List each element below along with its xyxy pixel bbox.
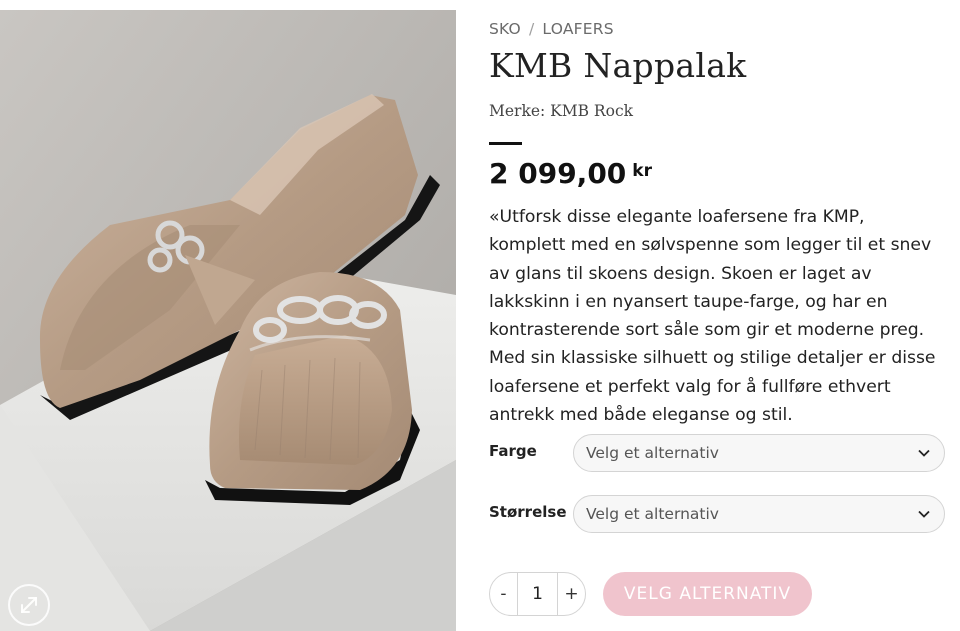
breadcrumb-item-sko[interactable]: SKO bbox=[489, 20, 521, 38]
product-title: KMB Nappalak bbox=[489, 46, 747, 85]
chevron-down-icon bbox=[918, 510, 930, 518]
color-label: Farge bbox=[489, 442, 537, 460]
chevron-down-icon bbox=[918, 449, 930, 457]
zoom-button[interactable] bbox=[8, 584, 50, 626]
product-image-gallery[interactable] bbox=[0, 10, 456, 631]
quantity-increase-button[interactable]: + bbox=[558, 573, 585, 615]
select-option-button[interactable]: VELG ALTERNATIV bbox=[603, 572, 812, 616]
breadcrumb: SKO / LOAFERS bbox=[489, 20, 614, 38]
quantity-stepper: - 1 + bbox=[489, 572, 586, 616]
price-amount: 2 099,00 bbox=[489, 157, 627, 190]
quantity-decrease-button[interactable]: - bbox=[490, 573, 517, 615]
quantity-input[interactable]: 1 bbox=[517, 573, 558, 615]
color-select[interactable]: Velg et alternativ bbox=[573, 434, 945, 472]
expand-icon bbox=[21, 597, 37, 613]
size-select-value: Velg et alternativ bbox=[586, 505, 719, 523]
color-select-value: Velg et alternativ bbox=[586, 444, 719, 462]
breadcrumb-separator: / bbox=[528, 20, 535, 38]
product-brand: Merke: KMB Rock bbox=[489, 102, 634, 120]
breadcrumb-item-loafers[interactable]: LOAFERS bbox=[542, 20, 613, 38]
product-description: «Utforsk disse elegante loafersene fra K… bbox=[489, 207, 936, 426]
size-select[interactable]: Velg et alternativ bbox=[573, 495, 945, 533]
product-price: 2 099,00 kr bbox=[489, 157, 652, 190]
product-image bbox=[0, 10, 456, 631]
price-currency: kr bbox=[632, 161, 652, 181]
size-label: Størrelse bbox=[489, 503, 567, 521]
title-divider bbox=[489, 142, 522, 145]
